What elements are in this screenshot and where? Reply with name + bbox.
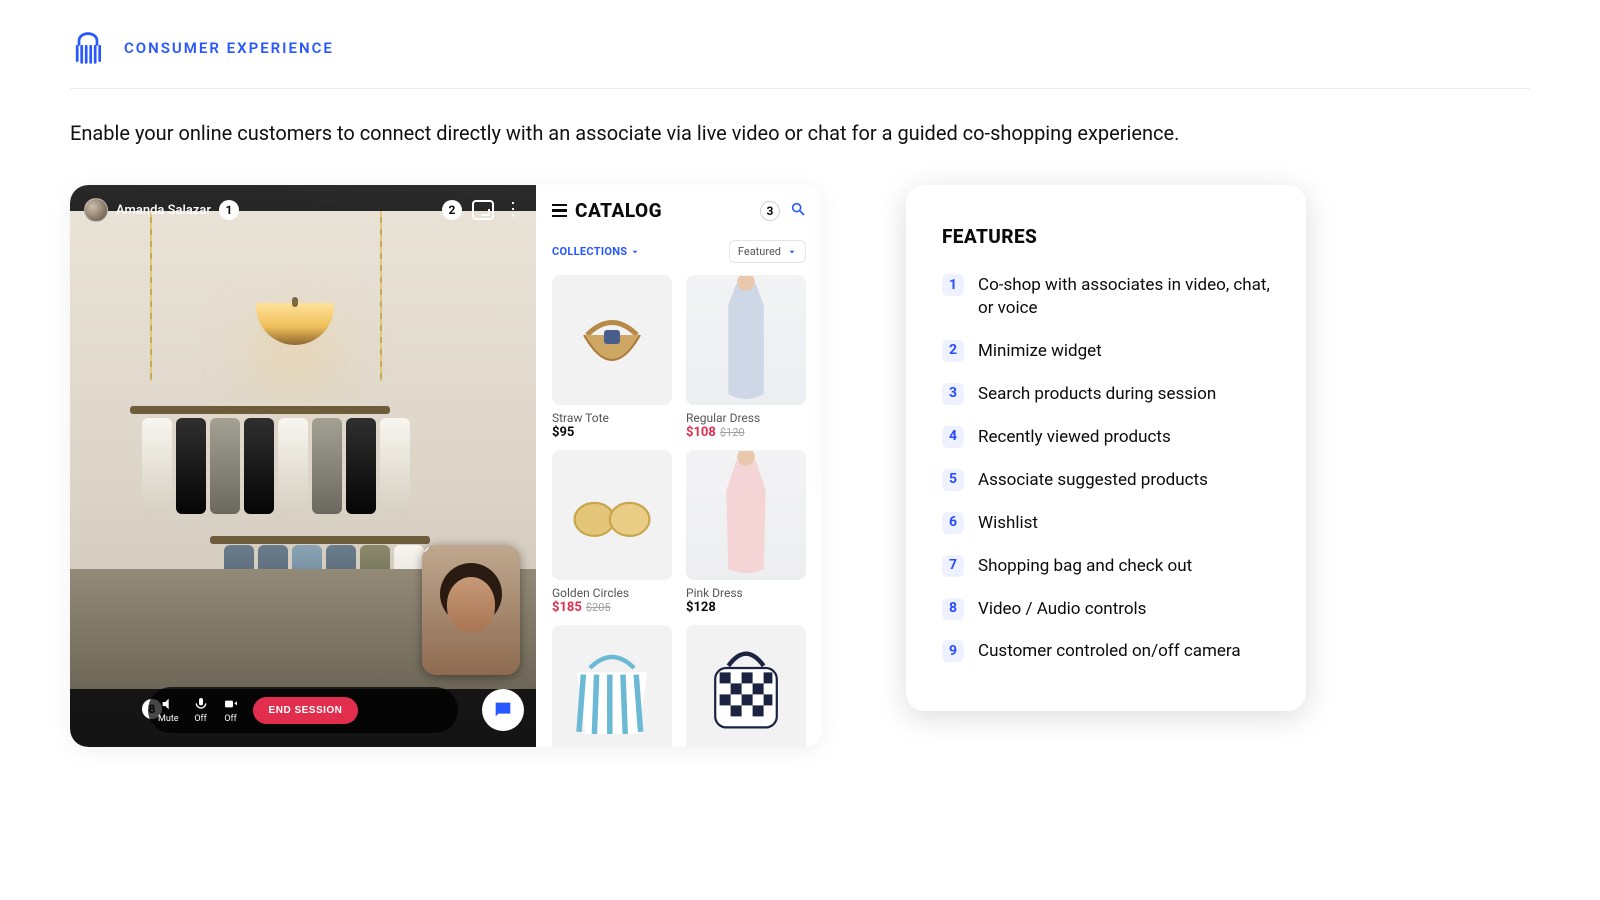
sort-label: Featured: [738, 245, 781, 258]
feature-item: 8Video / Audio controls: [942, 598, 1270, 621]
product-card[interactable]: [552, 625, 672, 747]
sort-dropdown[interactable]: Featured: [729, 240, 806, 263]
feature-item: 2Minimize widget: [942, 340, 1270, 363]
video-controls: Mute Off Off END SESSION: [148, 687, 458, 733]
feature-item: 7Shopping bag and check out: [942, 555, 1270, 578]
product-name: Pink Dress: [686, 586, 806, 600]
app-mock: Amanda Salazar 1 2 ⋮ 9 8 Mu: [70, 185, 822, 747]
collections-dropdown[interactable]: COLLECTIONS: [552, 245, 640, 258]
catalog-title: CATALOG: [575, 199, 662, 222]
callout-2: 2: [442, 200, 462, 220]
feature-text: Search products during session: [978, 383, 1216, 406]
feature-item: 1Co-shop with associates in video, chat,…: [942, 274, 1270, 320]
menu-icon[interactable]: [552, 204, 567, 218]
lamp-icon: [256, 303, 334, 345]
feature-text: Wishlist: [978, 512, 1038, 535]
minimize-icon[interactable]: [472, 200, 494, 220]
features-list: 1Co-shop with associates in video, chat,…: [942, 274, 1270, 663]
product-image: [686, 625, 806, 747]
feature-item: 3Search products during session: [942, 383, 1270, 406]
collections-label: COLLECTIONS: [552, 245, 627, 258]
callout-9: 9: [422, 545, 430, 553]
chat-button[interactable]: [482, 689, 524, 731]
product-image: [552, 275, 672, 405]
product-card[interactable]: Regular Dress $108$120: [686, 275, 806, 440]
camera-label: Off: [224, 714, 236, 724]
video-pane: Amanda Salazar 1 2 ⋮ 9 8 Mu: [70, 185, 536, 747]
product-name: Golden Circles: [552, 586, 672, 600]
self-camera[interactable]: 9: [422, 545, 520, 675]
product-price: $185$205: [552, 600, 672, 615]
search-icon[interactable]: [790, 201, 806, 221]
product-card[interactable]: Golden Circles $185$205: [552, 450, 672, 615]
mute-label: Mute: [158, 714, 179, 724]
product-price: $128: [686, 600, 806, 615]
features-card: FEATURES 1Co-shop with associates in vid…: [906, 185, 1306, 711]
brand-logo-icon: [70, 30, 106, 66]
feature-item: 9Customer controled on/off camera: [942, 640, 1270, 663]
feature-text: Co-shop with associates in video, chat, …: [978, 274, 1270, 320]
product-name: Straw Tote: [552, 411, 672, 425]
mic-button[interactable]: Off: [193, 696, 209, 724]
feature-item: 6Wishlist: [942, 512, 1270, 535]
product-card[interactable]: [686, 625, 806, 747]
feature-text: Shopping bag and check out: [978, 555, 1192, 578]
callout-3: 3: [760, 201, 780, 221]
feature-text: Minimize widget: [978, 340, 1102, 363]
feature-item: 5Associate suggested products: [942, 469, 1270, 492]
associate-avatar: [84, 198, 108, 222]
feature-text: Recently viewed products: [978, 426, 1171, 449]
feature-text: Video / Audio controls: [978, 598, 1146, 621]
catalog-pane: CATALOG 3 COLLECTIONS Featured: [536, 185, 822, 747]
mic-label: Off: [194, 714, 206, 724]
feature-item: 4Recently viewed products: [942, 426, 1270, 449]
product-image: [552, 625, 672, 747]
lead-text: Enable your online customers to connect …: [70, 121, 1530, 145]
feature-text: Associate suggested products: [978, 469, 1208, 492]
end-session-button[interactable]: END SESSION: [253, 697, 359, 724]
associate-name: Amanda Salazar: [116, 203, 211, 218]
callout-1: 1: [219, 200, 239, 220]
features-title: FEATURES: [942, 225, 1270, 248]
product-price: $95: [552, 425, 672, 440]
product-card[interactable]: Pink Dress $128: [686, 450, 806, 615]
product-grid: Straw Tote $95 Regular Dress: [552, 275, 806, 747]
product-image: [686, 275, 806, 405]
feature-text: Customer controled on/off camera: [978, 640, 1241, 663]
product-image: [552, 450, 672, 580]
camera-button[interactable]: Off: [223, 696, 239, 724]
product-image: [686, 450, 806, 580]
more-icon[interactable]: ⋮: [504, 201, 522, 219]
product-name: Regular Dress: [686, 411, 806, 425]
product-card[interactable]: Straw Tote $95: [552, 275, 672, 440]
product-price: $108$120: [686, 425, 806, 440]
page-header: CONSUMER EXPERIENCE: [70, 30, 1530, 89]
mute-button[interactable]: Mute: [158, 696, 179, 724]
page-title: CONSUMER EXPERIENCE: [124, 39, 334, 57]
